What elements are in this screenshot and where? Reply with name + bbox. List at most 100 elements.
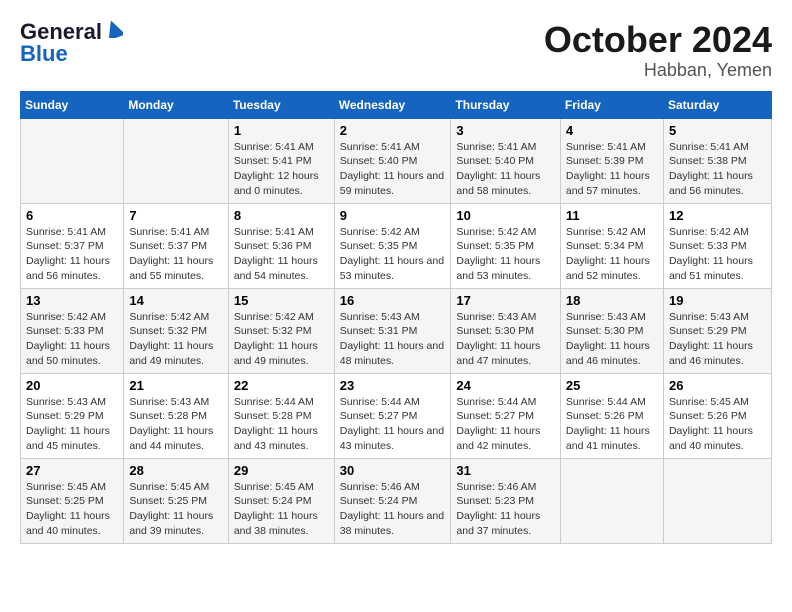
calendar-week-row: 13Sunrise: 5:42 AM Sunset: 5:33 PM Dayli… — [21, 288, 772, 373]
calendar-cell: 18 Sunrise: 5:43 AM Sunset: 5:30 PM Dayli… — [560, 288, 663, 373]
calendar-week-row: 6 Sunrise: 5:41 AM Sunset: 5:37 PM Daylig… — [21, 203, 772, 288]
logo-blue-text: Blue — [20, 43, 68, 65]
day-number: 18 — [566, 293, 658, 308]
calendar-cell: 17Sunrise: 5:43 AM Sunset: 5:30 PM Dayli… — [451, 288, 560, 373]
day-number: 12 — [669, 208, 766, 223]
day-info: Sunrise: 5:45 AM Sunset: 5:25 PM Dayligh… — [129, 480, 223, 539]
calendar-cell: 22 Sunrise: 5:44 AM Sunset: 5:28 PM Dayli… — [228, 373, 334, 458]
header-day-thursday: Thursday — [451, 91, 560, 118]
calendar-cell: 30 Sunrise: 5:46 AM Sunset: 5:24 PM Dayli… — [334, 458, 451, 543]
day-info: Sunrise: 5:43 AM Sunset: 5:30 PM Dayligh… — [566, 310, 658, 369]
calendar-cell — [663, 458, 771, 543]
day-info: Sunrise: 5:42 AM Sunset: 5:33 PM Dayligh… — [669, 225, 766, 284]
day-info: Sunrise: 5:41 AM Sunset: 5:37 PM Dayligh… — [129, 225, 223, 284]
calendar-week-row: 20 Sunrise: 5:43 AM Sunset: 5:29 PM Dayli… — [21, 373, 772, 458]
day-info: Sunrise: 5:43 AM Sunset: 5:29 PM Dayligh… — [26, 395, 118, 454]
day-info: Sunrise: 5:45 AM Sunset: 5:24 PM Dayligh… — [234, 480, 329, 539]
calendar-cell: 25Sunrise: 5:44 AM Sunset: 5:26 PM Dayli… — [560, 373, 663, 458]
calendar-cell: 3 Sunrise: 5:41 AM Sunset: 5:40 PM Daylig… — [451, 118, 560, 203]
day-number: 24 — [456, 378, 554, 393]
logo: General Blue — [20, 20, 123, 65]
day-number: 21 — [129, 378, 223, 393]
day-number: 8 — [234, 208, 329, 223]
day-number: 23 — [340, 378, 446, 393]
day-number: 20 — [26, 378, 118, 393]
calendar-cell: 4Sunrise: 5:41 AM Sunset: 5:39 PM Daylig… — [560, 118, 663, 203]
calendar-cell: 31 Sunrise: 5:46 AM Sunset: 5:23 PM Dayli… — [451, 458, 560, 543]
day-info: Sunrise: 5:44 AM Sunset: 5:26 PM Dayligh… — [566, 395, 658, 454]
title-area: October 2024 Habban, Yemen — [544, 20, 772, 81]
calendar-cell — [560, 458, 663, 543]
day-info: Sunrise: 5:45 AM Sunset: 5:26 PM Dayligh… — [669, 395, 766, 454]
calendar-cell: 7Sunrise: 5:41 AM Sunset: 5:37 PM Daylig… — [124, 203, 229, 288]
header-day-sunday: Sunday — [21, 91, 124, 118]
calendar-cell: 19 Sunrise: 5:43 AM Sunset: 5:29 PM Dayli… — [663, 288, 771, 373]
calendar-cell: 23Sunrise: 5:44 AM Sunset: 5:27 PM Dayli… — [334, 373, 451, 458]
day-info: Sunrise: 5:42 AM Sunset: 5:35 PM Dayligh… — [340, 225, 446, 284]
day-number: 5 — [669, 123, 766, 138]
day-info: Sunrise: 5:44 AM Sunset: 5:27 PM Dayligh… — [456, 395, 554, 454]
calendar-week-row: 27 Sunrise: 5:45 AM Sunset: 5:25 PM Dayli… — [21, 458, 772, 543]
calendar-cell — [124, 118, 229, 203]
calendar-cell: 15Sunrise: 5:42 AM Sunset: 5:32 PM Dayli… — [228, 288, 334, 373]
calendar-cell: 12 Sunrise: 5:42 AM Sunset: 5:33 PM Dayli… — [663, 203, 771, 288]
day-number: 11 — [566, 208, 658, 223]
logo-general-text: General — [20, 21, 102, 43]
day-info: Sunrise: 5:42 AM Sunset: 5:35 PM Dayligh… — [456, 225, 554, 284]
calendar-cell: 24 Sunrise: 5:44 AM Sunset: 5:27 PM Dayli… — [451, 373, 560, 458]
day-number: 4 — [566, 123, 658, 138]
day-number: 2 — [340, 123, 446, 138]
calendar-cell: 26Sunrise: 5:45 AM Sunset: 5:26 PM Dayli… — [663, 373, 771, 458]
calendar-cell: 21 Sunrise: 5:43 AM Sunset: 5:28 PM Dayli… — [124, 373, 229, 458]
logo-icon — [105, 20, 123, 38]
calendar-cell: 27 Sunrise: 5:45 AM Sunset: 5:25 PM Dayli… — [21, 458, 124, 543]
calendar-table: SundayMondayTuesdayWednesdayThursdayFrid… — [20, 91, 772, 544]
calendar-cell: 16 Sunrise: 5:43 AM Sunset: 5:31 PM Dayli… — [334, 288, 451, 373]
day-number: 30 — [340, 463, 446, 478]
day-info: Sunrise: 5:41 AM Sunset: 5:38 PM Dayligh… — [669, 140, 766, 199]
location-title: Habban, Yemen — [544, 60, 772, 81]
day-info: Sunrise: 5:43 AM Sunset: 5:29 PM Dayligh… — [669, 310, 766, 369]
header-day-wednesday: Wednesday — [334, 91, 451, 118]
day-info: Sunrise: 5:45 AM Sunset: 5:25 PM Dayligh… — [26, 480, 118, 539]
day-number: 9 — [340, 208, 446, 223]
day-info: Sunrise: 5:41 AM Sunset: 5:40 PM Dayligh… — [456, 140, 554, 199]
calendar-cell: 1Sunrise: 5:41 AM Sunset: 5:41 PM Daylig… — [228, 118, 334, 203]
calendar-cell: 6Sunrise: 5:41 AM Sunset: 5:37 PM Daylig… — [21, 203, 124, 288]
day-number: 10 — [456, 208, 554, 223]
calendar-cell: 29 Sunrise: 5:45 AM Sunset: 5:24 PM Dayli… — [228, 458, 334, 543]
header-day-tuesday: Tuesday — [228, 91, 334, 118]
day-number: 3 — [456, 123, 554, 138]
day-info: Sunrise: 5:46 AM Sunset: 5:23 PM Dayligh… — [456, 480, 554, 539]
calendar-cell: 28 Sunrise: 5:45 AM Sunset: 5:25 PM Dayli… — [124, 458, 229, 543]
calendar-cell: 10 Sunrise: 5:42 AM Sunset: 5:35 PM Dayli… — [451, 203, 560, 288]
day-info: Sunrise: 5:41 AM Sunset: 5:41 PM Dayligh… — [234, 140, 329, 199]
calendar-cell: 11Sunrise: 5:42 AM Sunset: 5:34 PM Dayli… — [560, 203, 663, 288]
calendar-cell: 2 Sunrise: 5:41 AM Sunset: 5:40 PM Daylig… — [334, 118, 451, 203]
day-number: 29 — [234, 463, 329, 478]
day-number: 27 — [26, 463, 118, 478]
day-number: 31 — [456, 463, 554, 478]
calendar-week-row: 1Sunrise: 5:41 AM Sunset: 5:41 PM Daylig… — [21, 118, 772, 203]
header-day-saturday: Saturday — [663, 91, 771, 118]
day-info: Sunrise: 5:44 AM Sunset: 5:28 PM Dayligh… — [234, 395, 329, 454]
header-day-monday: Monday — [124, 91, 229, 118]
day-number: 19 — [669, 293, 766, 308]
day-info: Sunrise: 5:43 AM Sunset: 5:30 PM Dayligh… — [456, 310, 554, 369]
header: General Blue October 2024 Habban, Yemen — [20, 20, 772, 81]
day-number: 14 — [129, 293, 223, 308]
month-title: October 2024 — [544, 20, 772, 60]
day-info: Sunrise: 5:43 AM Sunset: 5:31 PM Dayligh… — [340, 310, 446, 369]
calendar-cell: 20 Sunrise: 5:43 AM Sunset: 5:29 PM Dayli… — [21, 373, 124, 458]
day-info: Sunrise: 5:41 AM Sunset: 5:40 PM Dayligh… — [340, 140, 446, 199]
calendar-cell: 5 Sunrise: 5:41 AM Sunset: 5:38 PM Daylig… — [663, 118, 771, 203]
day-number: 28 — [129, 463, 223, 478]
calendar-cell — [21, 118, 124, 203]
day-number: 22 — [234, 378, 329, 393]
calendar-header-row: SundayMondayTuesdayWednesdayThursdayFrid… — [21, 91, 772, 118]
day-number: 15 — [234, 293, 329, 308]
day-info: Sunrise: 5:43 AM Sunset: 5:28 PM Dayligh… — [129, 395, 223, 454]
day-number: 6 — [26, 208, 118, 223]
day-info: Sunrise: 5:46 AM Sunset: 5:24 PM Dayligh… — [340, 480, 446, 539]
day-number: 16 — [340, 293, 446, 308]
